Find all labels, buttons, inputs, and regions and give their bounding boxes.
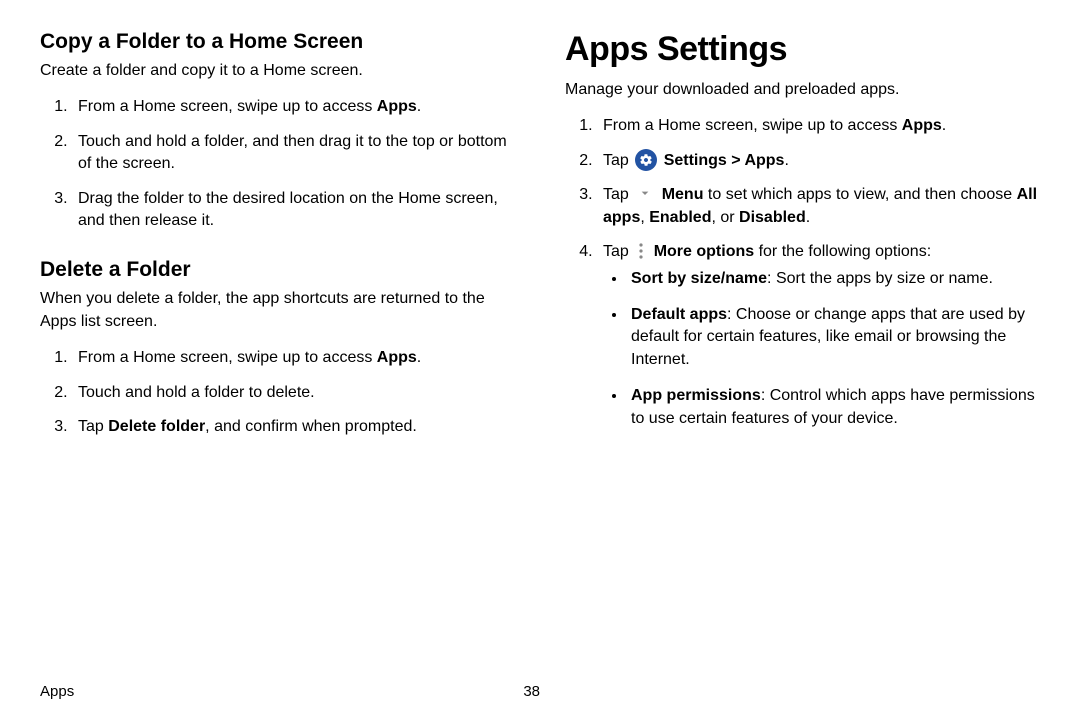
step-text: From a Home screen, swipe up to access (78, 349, 377, 366)
step-text: to set which apps to view, and then choo… (703, 186, 1016, 203)
step-text: Tap (603, 243, 633, 260)
delete-folder-steps: From a Home screen, swipe up to access A… (40, 347, 515, 438)
step-text: Tap (78, 418, 108, 435)
more-options-bullets: Sort by size/name: Sort the apps by size… (603, 268, 1040, 430)
more-options-icon (634, 241, 648, 261)
menu-label: Menu (657, 186, 703, 203)
list-item: From a Home screen, swipe up to access A… (72, 96, 515, 118)
apps-settings-heading: Apps Settings (565, 30, 1040, 69)
left-column: Copy a Folder to a Home Screen Create a … (40, 30, 515, 670)
bullet-text: : Sort the apps by size or name. (767, 270, 993, 287)
step-text: , and confirm when prompted. (205, 418, 417, 435)
default-apps-label: Default apps (631, 306, 727, 323)
step-text: . (784, 152, 788, 169)
list-item: From a Home screen, swipe up to access A… (597, 115, 1040, 137)
list-item: Tap Menu to set which apps to view, and … (597, 184, 1040, 229)
right-column: Apps Settings Manage your downloaded and… (565, 30, 1040, 670)
step-text: . (417, 98, 421, 115)
footer-page: 38 (523, 683, 540, 700)
list-item: Touch and hold a folder, and then drag i… (72, 131, 515, 176)
disabled-label: Disabled (739, 209, 806, 226)
page-footer: Apps 38 (40, 683, 540, 700)
step-text: , (640, 209, 649, 226)
more-options-label: More options (649, 243, 754, 260)
step-text: From a Home screen, swipe up to access (603, 117, 902, 134)
step-text: From a Home screen, swipe up to access (78, 98, 377, 115)
step-text: Tap (603, 152, 633, 169)
delete-folder-intro: When you delete a folder, the app shortc… (40, 288, 515, 333)
list-item: Tap Settings > Apps. (597, 150, 1040, 173)
step-text: , or (711, 209, 739, 226)
list-item: From a Home screen, swipe up to access A… (72, 347, 515, 369)
list-item: Touch and hold a folder to delete. (72, 382, 515, 404)
settings-icon (635, 149, 657, 171)
step-text: . (806, 209, 810, 226)
step-text: . (942, 117, 946, 134)
list-item: Sort by size/name: Sort the apps by size… (627, 268, 1040, 290)
page-columns: Copy a Folder to a Home Screen Create a … (40, 30, 1040, 670)
delete-folder-label: Delete folder (108, 418, 205, 435)
step-text: . (417, 349, 421, 366)
list-item: Tap Delete folder, and confirm when prom… (72, 416, 515, 438)
list-item: App permissions: Control which apps have… (627, 385, 1040, 430)
list-item: Default apps: Choose or change apps that… (627, 304, 1040, 371)
copy-folder-intro: Create a folder and copy it to a Home sc… (40, 60, 515, 82)
list-item: Drag the folder to the desired location … (72, 188, 515, 233)
step-text: Tap (603, 186, 633, 203)
apps-label: Apps (377, 98, 417, 115)
sort-label: Sort by size/name (631, 270, 767, 287)
step-text: for the following options: (754, 243, 931, 260)
apps-settings-intro: Manage your downloaded and preloaded app… (565, 79, 1040, 101)
copy-folder-heading: Copy a Folder to a Home Screen (40, 30, 515, 54)
app-permissions-label: App permissions (631, 387, 761, 404)
footer-section: Apps (40, 683, 74, 700)
delete-folder-heading: Delete a Folder (40, 258, 515, 282)
enabled-label: Enabled (649, 209, 711, 226)
apps-label: Apps (377, 349, 417, 366)
settings-apps-label: Settings > Apps (659, 152, 784, 169)
apps-settings-steps: From a Home screen, swipe up to access A… (565, 115, 1040, 430)
apps-label: Apps (902, 117, 942, 134)
dropdown-icon (635, 184, 655, 202)
list-item: Tap More options for the following optio… (597, 241, 1040, 430)
copy-folder-steps: From a Home screen, swipe up to access A… (40, 96, 515, 232)
